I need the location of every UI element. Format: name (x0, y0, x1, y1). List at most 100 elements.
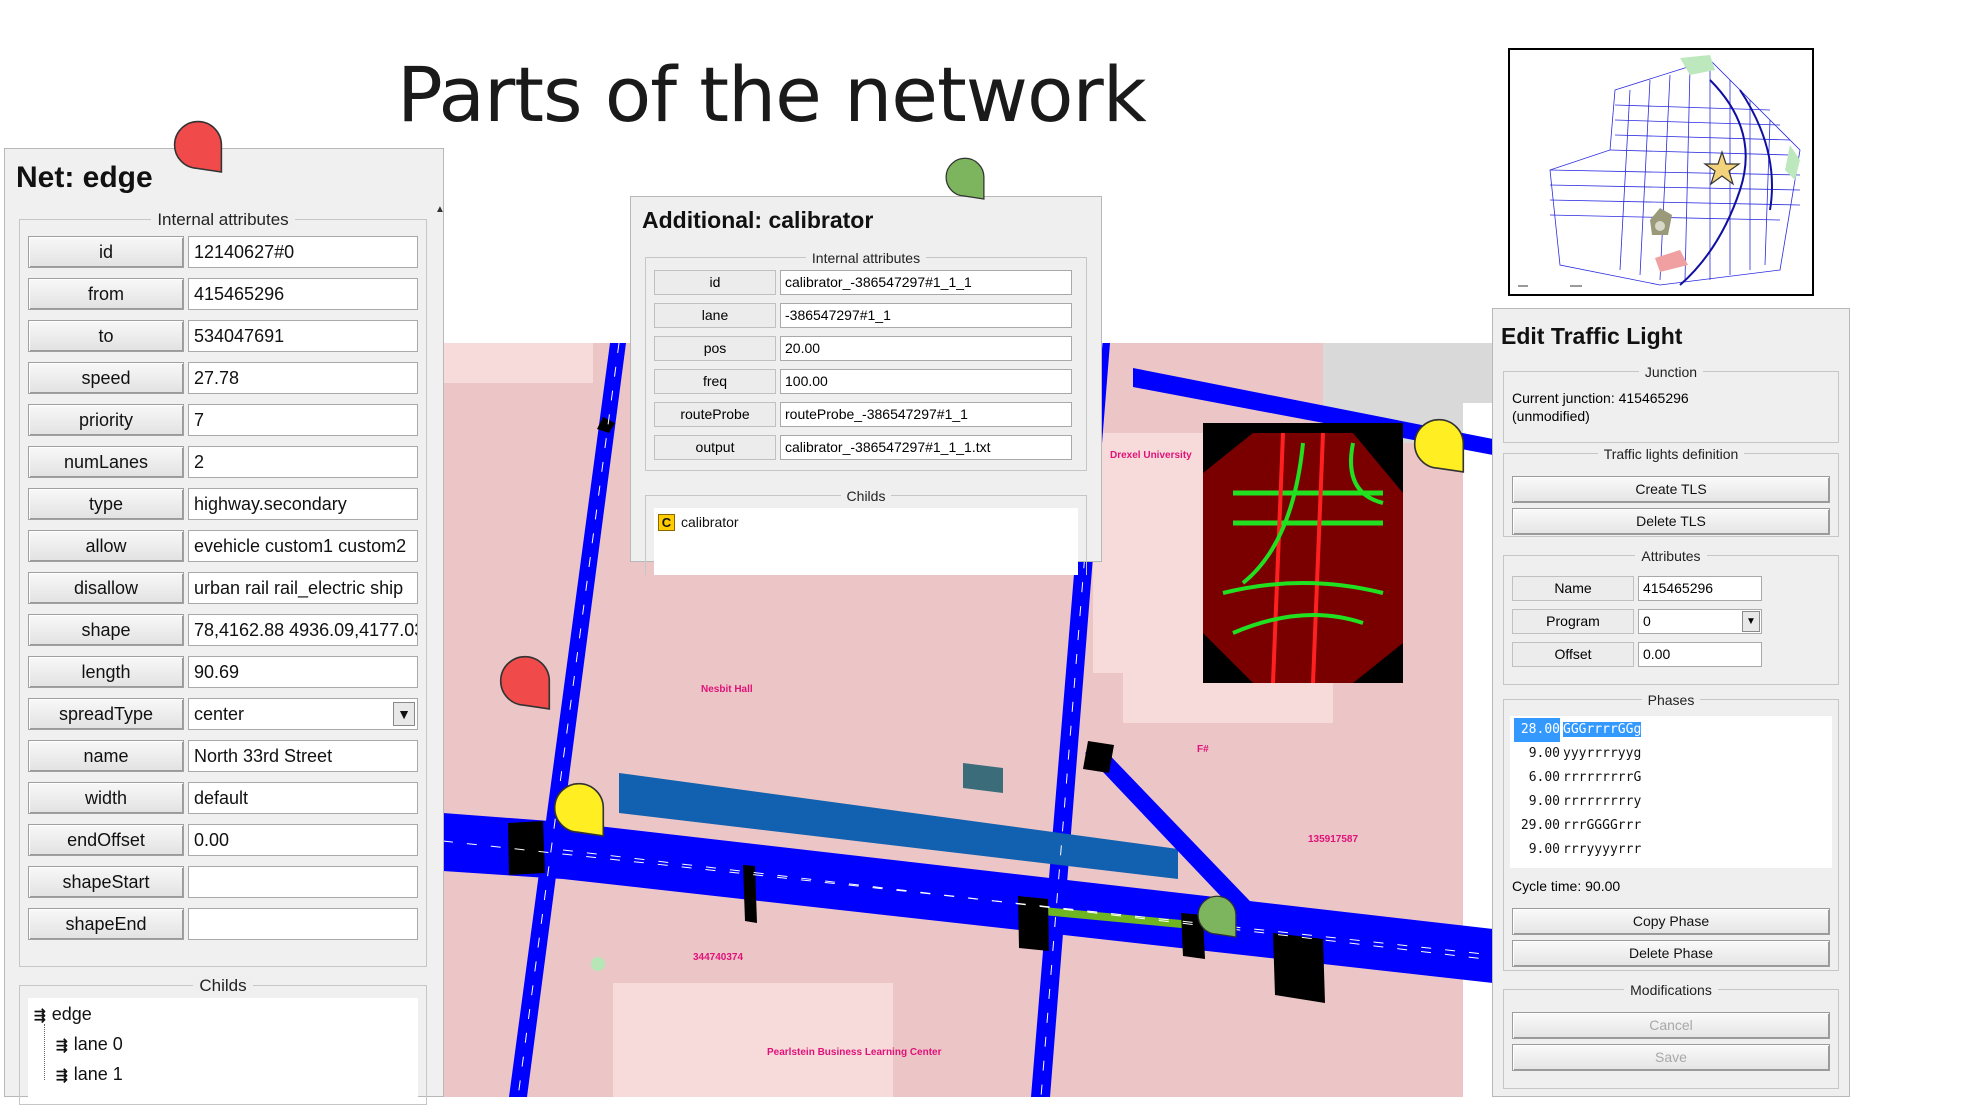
calibrator-pos-field[interactable]: 20.00 (780, 336, 1072, 361)
tl-offset-label: Offset (1512, 642, 1634, 667)
attr-row-allow: allow evehicle custom1 custom2 (28, 530, 418, 564)
attr-length-field[interactable]: 90.69 (188, 656, 418, 688)
create-tls-button[interactable]: Create TLS (1512, 476, 1830, 503)
attr-allow-button[interactable]: allow (28, 530, 184, 562)
traffic-light-panel: Edit Traffic Light Junction Current junc… (1492, 308, 1850, 1097)
phase-duration[interactable]: 28.00 (1514, 718, 1560, 742)
calibrator-row-id: id calibrator_-386547297#1_1_1 (654, 270, 1078, 296)
copy-phase-button[interactable]: Copy Phase (1512, 908, 1830, 935)
save-button[interactable]: Save (1512, 1044, 1830, 1071)
attr-priority-button[interactable]: priority (28, 404, 184, 436)
attr-spreadtype-button[interactable]: spreadType (28, 698, 184, 730)
attr-type-field[interactable]: highway.secondary (188, 488, 418, 520)
attr-speed-field[interactable]: 27.78 (188, 362, 418, 394)
attr-spreadtype-field[interactable]: center ▼ (188, 698, 418, 730)
delete-phase-button[interactable]: Delete Phase (1512, 940, 1830, 967)
attr-numlanes-button[interactable]: numLanes (28, 446, 184, 478)
tl-name-field[interactable]: 415465296 (1638, 576, 1762, 601)
tree-item-lane-0[interactable]: ⇶ lane 0 (56, 1034, 123, 1055)
internal-attributes-caption: Internal attributes (151, 210, 295, 229)
attr-from-button[interactable]: from (28, 278, 184, 310)
phase-row[interactable]: 6.00 rrrrrrrrrG (1514, 766, 1642, 790)
phase-row[interactable]: 29.00 rrrGGGGrrr (1514, 814, 1641, 838)
tl-offset-field[interactable]: 0.00 (1638, 642, 1762, 667)
attr-width-field[interactable]: default (188, 782, 418, 814)
phase-duration[interactable]: 9.00 (1514, 790, 1560, 814)
tree-item-calibrator[interactable]: Ccalibrator (658, 514, 739, 531)
tree-item-edge[interactable]: ⇶ edge (34, 1004, 92, 1025)
phase-duration[interactable]: 6.00 (1514, 766, 1560, 790)
attr-speed-button[interactable]: speed (28, 362, 184, 394)
attr-shapestart-field[interactable] (188, 866, 418, 898)
junction-status-text: (unmodified) (1512, 408, 1590, 424)
attr-numlanes-field[interactable]: 2 (188, 446, 418, 478)
attr-shapeend-button[interactable]: shapeEnd (28, 908, 184, 940)
attr-allow-field[interactable]: evehicle custom1 custom2 (188, 530, 418, 562)
attr-shapeend-field[interactable] (188, 908, 418, 940)
attr-shapestart-button[interactable]: shapeStart (28, 866, 184, 898)
map-label-building-135917587: 135917587 (1308, 834, 1359, 845)
scroll-up-arrow[interactable]: ▲ (435, 205, 445, 215)
phase-duration[interactable]: 29.00 (1514, 814, 1560, 838)
phase-state[interactable]: rrrrrrrrrG (1563, 770, 1641, 785)
phases-table[interactable]: 28.00 GGGrrrrGGg 9.00 yyyrrrryyg 6.00 rrrrrrr… (1510, 716, 1832, 868)
edge-marker-red-icon (173, 120, 223, 173)
phase-duration[interactable]: 9.00 (1514, 838, 1560, 862)
attr-from-field[interactable]: 415465296 (188, 278, 418, 310)
phase-state[interactable]: rrrrrrrrry (1563, 794, 1641, 809)
calibrator-pos-label: pos (654, 336, 776, 361)
attr-shape-field[interactable]: 78,4162.88 4936.09,4177.03 (188, 614, 418, 646)
attr-row-from: from 415465296 (28, 278, 418, 312)
attr-shape-button[interactable]: shape (28, 614, 184, 646)
attr-name-button[interactable]: name (28, 740, 184, 772)
attr-endoffset-field[interactable]: 0.00 (188, 824, 418, 856)
phase-row[interactable]: 9.00 rrryyyyrrr (1514, 838, 1642, 862)
calibrator-output-field[interactable]: calibrator_-386547297#1_1_1.txt (780, 435, 1072, 460)
attr-disallow-button[interactable]: disallow (28, 572, 184, 604)
calibrator-childs-tree[interactable]: Ccalibrator (654, 508, 1078, 575)
tree-item-lane-1[interactable]: ⇶ lane 1 (56, 1064, 123, 1085)
phase-row[interactable]: 28.00 GGGrrrrGGg (1514, 718, 1642, 742)
attr-id-field[interactable]: 12140627#0 (188, 236, 418, 268)
childs-tree[interactable]: ⇶ edge ⇶ lane 0 ⇶ lane 1 (28, 998, 418, 1104)
attr-type-button[interactable]: type (28, 488, 184, 520)
tl-program-combo[interactable]: 0 ▼ (1638, 609, 1762, 634)
tls-definition-group: Traffic lights definition Create TLS Del… (1503, 446, 1839, 537)
phase-state[interactable]: rrrGGGGrrr (1563, 818, 1641, 833)
delete-tls-button[interactable]: Delete TLS (1512, 508, 1830, 535)
calibrator-lane-field[interactable]: -386547297#1_1 (780, 303, 1072, 328)
modifications-caption: Modifications (1624, 982, 1718, 998)
attr-length-button[interactable]: length (28, 656, 184, 688)
chevron-down-icon[interactable]: ▼ (393, 702, 415, 726)
phase-state[interactable]: GGGrrrrGGg (1563, 722, 1642, 737)
calibrator-routeprobe-label: routeProbe (654, 402, 776, 427)
phase-state[interactable]: yyyrrrryyg (1563, 746, 1641, 761)
traffic-light-title: Edit Traffic Light (1501, 323, 1683, 349)
attr-to-field[interactable]: 534047691 (188, 320, 418, 352)
attr-id-button[interactable]: id (28, 236, 184, 268)
attr-row-priority: priority 7 (28, 404, 418, 438)
net-edge-title: Net: edge (16, 161, 153, 194)
phase-state[interactable]: rrryyyyrrr (1563, 842, 1641, 857)
attr-width-button[interactable]: width (28, 782, 184, 814)
phase-row[interactable]: 9.00 rrrrrrrrry (1514, 790, 1642, 814)
calibrator-freq-field[interactable]: 100.00 (780, 369, 1072, 394)
attr-row-shape: shape 78,4162.88 4936.09,4177.03 (28, 614, 418, 648)
phase-row[interactable]: 9.00 yyyrrrryyg (1514, 742, 1642, 766)
attr-priority-field[interactable]: 7 (188, 404, 418, 436)
childs-group: Childs ⇶ edge ⇶ lane 0 ⇶ lane 1 (19, 976, 427, 1105)
attr-to-button[interactable]: to (28, 320, 184, 352)
tls-definition-caption: Traffic lights definition (1597, 446, 1745, 462)
calibrator-row-lane: lane -386547297#1_1 (654, 303, 1078, 329)
attr-disallow-field[interactable]: urban rail rail_electric ship (188, 572, 418, 604)
phase-duration[interactable]: 9.00 (1514, 742, 1560, 766)
attr-endoffset-button[interactable]: endOffset (28, 824, 184, 856)
chevron-down-icon[interactable]: ▼ (1742, 611, 1760, 632)
lane-icon: ⇶ (56, 1037, 68, 1053)
attr-name-field[interactable]: North 33rd Street (188, 740, 418, 772)
cancel-button[interactable]: Cancel (1512, 1012, 1830, 1039)
calibrator-routeprobe-field[interactable]: routeProbe_-386547297#1_1 (780, 402, 1072, 427)
calibrator-id-field[interactable]: calibrator_-386547297#1_1_1 (780, 270, 1072, 295)
calibrator-title: Additional: calibrator (642, 207, 874, 233)
map-label-partial: F# (1197, 744, 1209, 755)
